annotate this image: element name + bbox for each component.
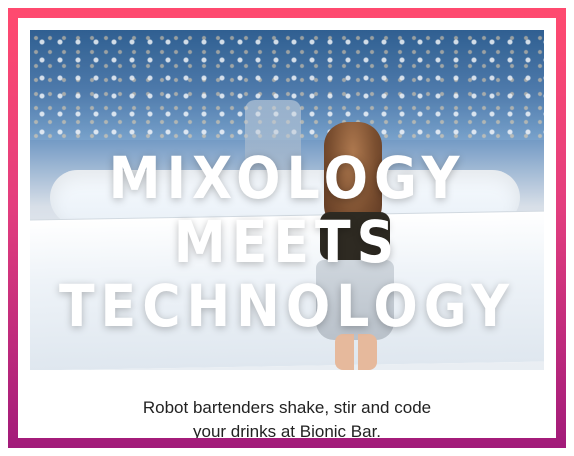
headline: MIXOLOGY MEETS TECHNOLOGY <box>30 146 544 338</box>
caption: Robot bartenders shake, stir and code yo… <box>30 396 544 438</box>
headline-line-2: TECHNOLOGY <box>58 272 516 340</box>
article-card: MIXOLOGY MEETS TECHNOLOGY Robot bartende… <box>8 8 566 448</box>
caption-line-2: your drinks at Bionic Bar. <box>192 422 382 438</box>
caption-line-1: Robot bartenders shake, stir and code <box>142 398 432 417</box>
headline-line-1: MIXOLOGY MEETS <box>108 144 466 276</box>
card-inner: MIXOLOGY MEETS TECHNOLOGY Robot bartende… <box>18 18 556 438</box>
